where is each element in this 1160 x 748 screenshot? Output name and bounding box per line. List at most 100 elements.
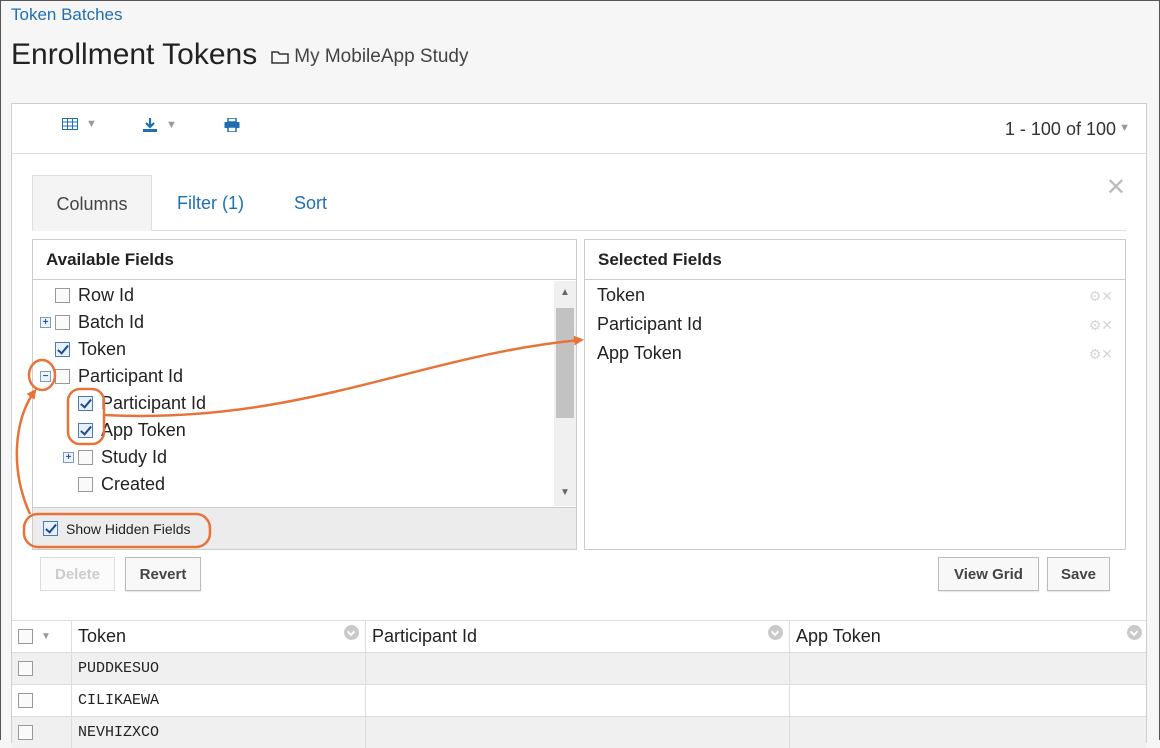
checkbox[interactable] [55, 315, 70, 330]
tree-item[interactable]: Created [78, 471, 165, 498]
available-fields-box: Available Fields Row Id + Batch Id Token… [32, 239, 577, 550]
table-row: CILIKAEWA [12, 684, 1146, 716]
checkbox[interactable] [18, 693, 33, 708]
selected-field-item[interactable]: Token [597, 285, 645, 306]
column-menu-icon[interactable] [344, 625, 359, 640]
field-label: Participant Id [101, 393, 207, 413]
view-grid-button[interactable]: View Grid [938, 557, 1039, 591]
expand-icon[interactable]: + [63, 452, 74, 463]
breadcrumb[interactable]: Token Batches [11, 5, 123, 25]
scroll-up-icon[interactable]: ▲ [560, 287, 570, 298]
grid-views-button[interactable]: ▼ [62, 118, 97, 130]
column-menu-icon[interactable] [1127, 625, 1142, 640]
token-cell: NEVHIZXCO [72, 717, 366, 748]
tab-filter[interactable]: Filter (1) [177, 175, 244, 231]
field-label: Study Id [101, 447, 168, 467]
print-icon [224, 118, 240, 132]
field-label: Token [78, 339, 127, 359]
scrollbar[interactable]: ▲ ▼ [554, 281, 576, 506]
expand-icon[interactable]: + [40, 317, 51, 328]
selected-field-item[interactable]: App Token [597, 343, 682, 364]
app-token-cell [790, 717, 1148, 748]
gear-icon[interactable]: ⚙✕ [1089, 317, 1113, 334]
table-row: PUDDKESUO [12, 652, 1146, 684]
grid-toolbar: ▼ ▼ 1 - 100 of 100 ▼ [12, 104, 1146, 154]
tree-item[interactable]: Row Id [55, 282, 134, 309]
field-label: Row Id [78, 285, 135, 305]
tree-item[interactable]: + Batch Id [40, 309, 145, 336]
chevron-down-icon[interactable]: ▼ [41, 631, 51, 642]
tree-item[interactable]: − Participant Id [40, 363, 183, 390]
app-token-cell [790, 653, 1148, 684]
field-label: Created [101, 474, 166, 494]
tree-item[interactable]: Token [55, 336, 126, 363]
tab-columns[interactable]: Columns [32, 175, 152, 231]
save-button[interactable]: Save [1047, 557, 1110, 591]
tree-item[interactable]: Participant Id [78, 390, 206, 417]
scroll-thumb[interactable] [556, 308, 574, 418]
export-button[interactable]: ▼ [142, 118, 177, 132]
column-header-participant-id[interactable]: Participant Id [366, 621, 790, 652]
app-token-cell [790, 685, 1148, 716]
checkbox-checked[interactable] [43, 521, 58, 536]
checkbox[interactable] [78, 450, 93, 465]
checkbox[interactable] [78, 477, 93, 492]
tree-item[interactable]: App Token [78, 417, 186, 444]
token-cell: CILIKAEWA [72, 685, 366, 716]
folder-label[interactable]: My MobileApp Study [271, 46, 469, 68]
checkbox[interactable] [18, 661, 33, 676]
participant-id-cell [366, 653, 790, 684]
field-label: App Token [101, 420, 186, 440]
gear-icon[interactable]: ⚙✕ [1089, 346, 1113, 363]
grid-header-row: ▼ Token Participant Id App Token [12, 620, 1146, 652]
select-all-cell[interactable]: ▼ [12, 621, 72, 652]
checkbox[interactable] [55, 288, 70, 303]
grid-panel: ▼ ▼ 1 - 100 of 100 ▼ ✕ Columns Filter (1… [11, 103, 1147, 748]
column-header-label: App Token [796, 626, 881, 646]
revert-button[interactable]: Revert [125, 557, 201, 591]
column-header-app-token[interactable]: App Token [790, 621, 1148, 652]
title-row: Enrollment Tokens My MobileApp Study [11, 38, 469, 72]
tree-item[interactable]: + Study Id [63, 444, 168, 471]
selected-fields-box: Selected Fields Token ⚙✕ Participant Id … [584, 239, 1126, 550]
table-row: NEVHIZXCO [12, 716, 1146, 748]
paging-text[interactable]: 1 - 100 of 100 [1005, 119, 1116, 140]
tab-sort[interactable]: Sort [294, 175, 327, 231]
collapse-icon[interactable]: − [40, 371, 51, 382]
checkbox[interactable] [18, 629, 33, 644]
scroll-down-icon[interactable]: ▼ [560, 487, 570, 498]
customize-view-panel: ✕ Columns Filter (1) Sort Available Fiel… [12, 155, 1146, 620]
print-button[interactable] [224, 118, 240, 132]
folder-icon [271, 51, 289, 64]
chevron-down-icon[interactable]: ▼ [1119, 122, 1130, 134]
row-select-cell[interactable] [12, 717, 72, 748]
selected-fields-title: Selected Fields [585, 240, 1125, 280]
gear-icon[interactable]: ⚙✕ [1089, 288, 1113, 305]
show-hidden-fields[interactable]: Show Hidden Fields [33, 507, 576, 549]
chevron-down-icon: ▼ [166, 119, 177, 131]
available-fields-title: Available Fields [33, 240, 576, 280]
checkbox[interactable] [55, 369, 70, 384]
column-menu-icon[interactable] [768, 625, 783, 640]
folder-name: My MobileApp Study [294, 46, 469, 67]
checkbox[interactable] [18, 725, 33, 740]
selected-field-item[interactable]: Participant Id [597, 314, 702, 335]
field-label: Batch Id [78, 312, 145, 332]
delete-button[interactable]: Delete [40, 557, 115, 591]
column-header-label: Participant Id [372, 626, 478, 646]
column-header-token[interactable]: Token [72, 621, 366, 652]
download-icon [143, 118, 157, 132]
row-select-cell[interactable] [12, 653, 72, 684]
checkbox-checked[interactable] [55, 342, 70, 357]
column-header-label: Token [78, 626, 127, 646]
participant-id-cell [366, 685, 790, 716]
tab-bar: Columns Filter (1) Sort [32, 175, 1126, 231]
checkbox-checked[interactable] [78, 423, 93, 438]
checkbox-checked[interactable] [78, 396, 93, 411]
show-hidden-label: Show Hidden Fields [66, 520, 191, 537]
page-title: Enrollment Tokens [11, 38, 258, 71]
token-cell: PUDDKESUO [72, 653, 366, 684]
participant-id-cell [366, 717, 790, 748]
row-select-cell[interactable] [12, 685, 72, 716]
chevron-down-icon: ▼ [86, 118, 97, 130]
